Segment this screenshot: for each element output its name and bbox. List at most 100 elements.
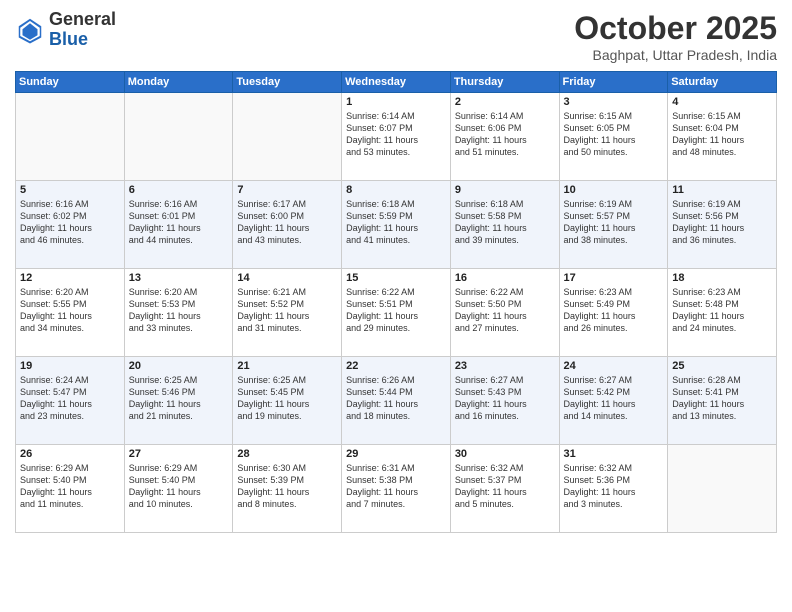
day-number: 12: [20, 272, 120, 284]
calendar-cell: 3 Sunrise: 6:15 AM Sunset: 6:05 PM Daylig…: [559, 93, 668, 181]
day-info: Sunrise: 6:23 AM Sunset: 5:48 PM Dayligh…: [672, 286, 772, 335]
logo-icon: [15, 15, 45, 45]
day-number: 26: [20, 448, 120, 460]
title-block: October 2025 Baghpat, Uttar Pradesh, Ind…: [574, 10, 777, 63]
day-number: 16: [455, 272, 555, 284]
day-info: Sunrise: 6:15 AM Sunset: 6:04 PM Dayligh…: [672, 110, 772, 159]
day-info: Sunrise: 6:31 AM Sunset: 5:38 PM Dayligh…: [346, 462, 446, 511]
day-number: 19: [20, 360, 120, 372]
day-of-week-header: Tuesday: [233, 72, 342, 93]
day-info: Sunrise: 6:32 AM Sunset: 5:36 PM Dayligh…: [564, 462, 664, 511]
calendar-cell: 4 Sunrise: 6:15 AM Sunset: 6:04 PM Daylig…: [668, 93, 777, 181]
day-number: 6: [129, 184, 229, 196]
calendar-cell: 8Sunrise: 6:18 AM Sunset: 5:59 PM Daylig…: [342, 181, 451, 269]
logo: General Blue: [15, 10, 116, 50]
day-number: 17: [564, 272, 664, 284]
day-info: Sunrise: 6:22 AM Sunset: 5:51 PM Dayligh…: [346, 286, 446, 335]
calendar-cell: 15 Sunrise: 6:22 AM Sunset: 5:51 PM Dayli…: [342, 269, 451, 357]
day-of-week-header: Friday: [559, 72, 668, 93]
day-of-week-header: Monday: [124, 72, 233, 93]
day-of-week-header: Sunday: [16, 72, 125, 93]
calendar-cell: 30 Sunrise: 6:32 AM Sunset: 5:37 PM Dayli…: [450, 445, 559, 533]
day-info: Sunrise: 6:14 AM Sunset: 6:06 PM Dayligh…: [455, 110, 555, 159]
calendar: SundayMondayTuesdayWednesdayThursdayFrid…: [15, 71, 777, 533]
day-info: Sunrise: 6:30 AM Sunset: 5:39 PM Dayligh…: [237, 462, 337, 511]
day-info: Sunrise: 6:27 AM Sunset: 5:43 PM Dayligh…: [455, 374, 555, 423]
calendar-cell: 31Sunrise: 6:32 AM Sunset: 5:36 PM Dayli…: [559, 445, 668, 533]
header: General Blue October 2025 Baghpat, Uttar…: [15, 10, 777, 63]
day-number: 22: [346, 360, 446, 372]
location: Baghpat, Uttar Pradesh, India: [574, 47, 777, 63]
calendar-cell: 27 Sunrise: 6:29 AM Sunset: 5:40 PM Dayli…: [124, 445, 233, 533]
calendar-cell: 7 Sunrise: 6:17 AM Sunset: 6:00 PM Daylig…: [233, 181, 342, 269]
day-info: Sunrise: 6:21 AM Sunset: 5:52 PM Dayligh…: [237, 286, 337, 335]
day-info: Sunrise: 6:25 AM Sunset: 5:45 PM Dayligh…: [237, 374, 337, 423]
calendar-week-row: 26 Sunrise: 6:29 AM Sunset: 5:40 PM Dayli…: [16, 445, 777, 533]
calendar-week-row: 5 Sunrise: 6:16 AM Sunset: 6:02 PM Daylig…: [16, 181, 777, 269]
calendar-cell: 19 Sunrise: 6:24 AM Sunset: 5:47 PM Dayli…: [16, 357, 125, 445]
day-number: 28: [237, 448, 337, 460]
calendar-cell: [16, 93, 125, 181]
day-of-week-header: Saturday: [668, 72, 777, 93]
day-info: Sunrise: 6:24 AM Sunset: 5:47 PM Dayligh…: [20, 374, 120, 423]
day-number: 1: [346, 96, 446, 108]
calendar-cell: [668, 445, 777, 533]
calendar-cell: 14Sunrise: 6:21 AM Sunset: 5:52 PM Dayli…: [233, 269, 342, 357]
logo-text: General Blue: [49, 10, 116, 50]
day-info: Sunrise: 6:18 AM Sunset: 5:58 PM Dayligh…: [455, 198, 555, 247]
day-info: Sunrise: 6:14 AM Sunset: 6:07 PM Dayligh…: [346, 110, 446, 159]
day-number: 10: [564, 184, 664, 196]
day-info: Sunrise: 6:32 AM Sunset: 5:37 PM Dayligh…: [455, 462, 555, 511]
day-number: 24: [564, 360, 664, 372]
day-number: 23: [455, 360, 555, 372]
day-info: Sunrise: 6:29 AM Sunset: 5:40 PM Dayligh…: [20, 462, 120, 511]
day-number: 15: [346, 272, 446, 284]
day-number: 13: [129, 272, 229, 284]
page: General Blue October 2025 Baghpat, Uttar…: [0, 0, 792, 612]
day-number: 18: [672, 272, 772, 284]
day-number: 3: [564, 96, 664, 108]
calendar-cell: 26 Sunrise: 6:29 AM Sunset: 5:40 PM Dayli…: [16, 445, 125, 533]
day-number: 4: [672, 96, 772, 108]
day-info: Sunrise: 6:20 AM Sunset: 5:55 PM Dayligh…: [20, 286, 120, 335]
day-info: Sunrise: 6:16 AM Sunset: 6:02 PM Dayligh…: [20, 198, 120, 247]
day-info: Sunrise: 6:27 AM Sunset: 5:42 PM Dayligh…: [564, 374, 664, 423]
day-number: 7: [237, 184, 337, 196]
day-number: 21: [237, 360, 337, 372]
day-number: 27: [129, 448, 229, 460]
calendar-cell: 1 Sunrise: 6:14 AM Sunset: 6:07 PM Daylig…: [342, 93, 451, 181]
calendar-cell: 21 Sunrise: 6:25 AM Sunset: 5:45 PM Dayli…: [233, 357, 342, 445]
calendar-cell: 28 Sunrise: 6:30 AM Sunset: 5:39 PM Dayli…: [233, 445, 342, 533]
calendar-cell: 23 Sunrise: 6:27 AM Sunset: 5:43 PM Dayli…: [450, 357, 559, 445]
day-of-week-header: Thursday: [450, 72, 559, 93]
day-info: Sunrise: 6:15 AM Sunset: 6:05 PM Dayligh…: [564, 110, 664, 159]
calendar-cell: 10 Sunrise: 6:19 AM Sunset: 5:57 PM Dayli…: [559, 181, 668, 269]
calendar-header-row: SundayMondayTuesdayWednesdayThursdayFrid…: [16, 72, 777, 93]
calendar-cell: 18 Sunrise: 6:23 AM Sunset: 5:48 PM Dayli…: [668, 269, 777, 357]
calendar-cell: 29 Sunrise: 6:31 AM Sunset: 5:38 PM Dayli…: [342, 445, 451, 533]
calendar-cell: 6 Sunrise: 6:16 AM Sunset: 6:01 PM Daylig…: [124, 181, 233, 269]
calendar-week-row: 12 Sunrise: 6:20 AM Sunset: 5:55 PM Dayli…: [16, 269, 777, 357]
calendar-cell: 2Sunrise: 6:14 AM Sunset: 6:06 PM Daylig…: [450, 93, 559, 181]
calendar-cell: 17Sunrise: 6:23 AM Sunset: 5:49 PM Dayli…: [559, 269, 668, 357]
day-info: Sunrise: 6:17 AM Sunset: 6:00 PM Dayligh…: [237, 198, 337, 247]
day-info: Sunrise: 6:16 AM Sunset: 6:01 PM Dayligh…: [129, 198, 229, 247]
day-info: Sunrise: 6:19 AM Sunset: 5:57 PM Dayligh…: [564, 198, 664, 247]
day-number: 29: [346, 448, 446, 460]
day-number: 11: [672, 184, 772, 196]
day-number: 25: [672, 360, 772, 372]
calendar-week-row: 19 Sunrise: 6:24 AM Sunset: 5:47 PM Dayli…: [16, 357, 777, 445]
calendar-cell: 25 Sunrise: 6:28 AM Sunset: 5:41 PM Dayli…: [668, 357, 777, 445]
day-info: Sunrise: 6:19 AM Sunset: 5:56 PM Dayligh…: [672, 198, 772, 247]
day-number: 5: [20, 184, 120, 196]
day-number: 30: [455, 448, 555, 460]
day-info: Sunrise: 6:25 AM Sunset: 5:46 PM Dayligh…: [129, 374, 229, 423]
day-number: 20: [129, 360, 229, 372]
day-info: Sunrise: 6:28 AM Sunset: 5:41 PM Dayligh…: [672, 374, 772, 423]
calendar-week-row: 1 Sunrise: 6:14 AM Sunset: 6:07 PM Daylig…: [16, 93, 777, 181]
month-title: October 2025: [574, 10, 777, 47]
calendar-cell: [124, 93, 233, 181]
day-info: Sunrise: 6:29 AM Sunset: 5:40 PM Dayligh…: [129, 462, 229, 511]
day-number: 8: [346, 184, 446, 196]
calendar-cell: 22Sunrise: 6:26 AM Sunset: 5:44 PM Dayli…: [342, 357, 451, 445]
